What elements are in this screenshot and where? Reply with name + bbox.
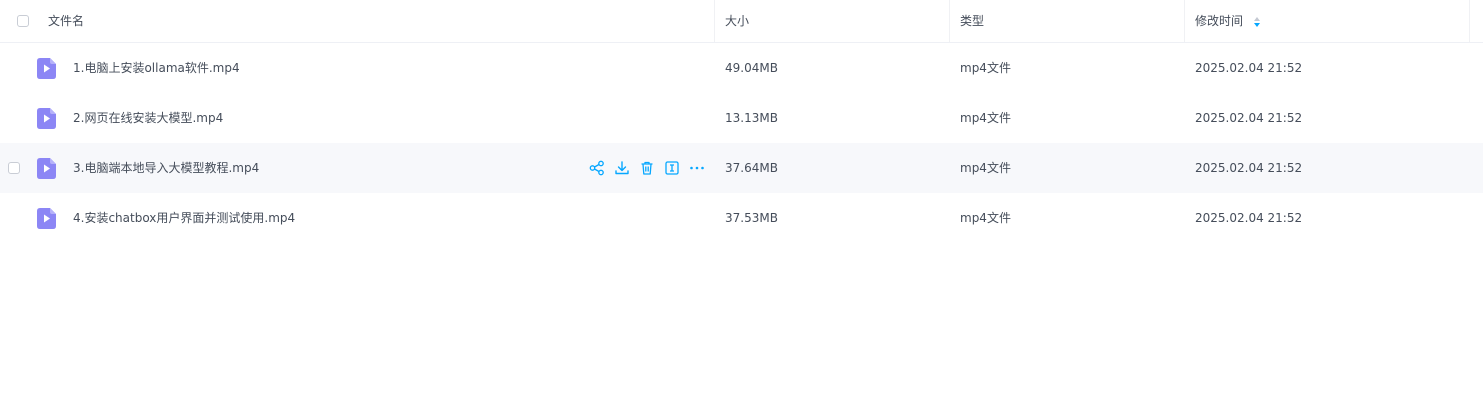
- download-icon[interactable]: [614, 160, 630, 176]
- sort-icon[interactable]: [1253, 16, 1261, 28]
- column-header-name[interactable]: 文件名: [48, 0, 84, 42]
- column-divider[interactable]: [1184, 0, 1185, 42]
- file-type: mp4文件: [960, 61, 1011, 75]
- file-type: mp4文件: [960, 211, 1011, 225]
- file-modified: 2025.02.04 21:52: [1195, 211, 1303, 225]
- file-name[interactable]: 4.安装chatbox用户界面并测试使用.mp4: [73, 193, 295, 243]
- file-modified: 2025.02.04 21:52: [1195, 161, 1303, 175]
- file-name[interactable]: 2.网页在线安装大模型.mp4: [73, 93, 223, 143]
- file-size: 37.64MB: [725, 161, 778, 175]
- table-row[interactable]: 1.电脑上安装ollama软件.mp4 49.04MB mp4文件 2025.0…: [0, 43, 1483, 93]
- file-size: 49.04MB: [725, 61, 778, 75]
- video-file-icon: [37, 158, 56, 179]
- file-name[interactable]: 3.电脑端本地导入大模型教程.mp4: [73, 143, 259, 193]
- file-table: 文件名 大小 类型 修改时间 1.电脑上安装ollama软件.mp4 49.04…: [0, 0, 1483, 229]
- more-icon[interactable]: [689, 160, 705, 176]
- file-size: 13.13MB: [725, 111, 778, 125]
- row-checkbox[interactable]: [8, 162, 20, 174]
- select-all-checkbox[interactable]: [17, 15, 29, 27]
- video-file-icon: [37, 58, 56, 79]
- file-type: mp4文件: [960, 161, 1011, 175]
- table-header: 文件名 大小 类型 修改时间: [0, 0, 1483, 43]
- file-type: mp4文件: [960, 111, 1011, 125]
- file-modified: 2025.02.04 21:52: [1195, 61, 1303, 75]
- table-row[interactable]: 2.网页在线安装大模型.mp4 13.13MB mp4文件 2025.02.04…: [0, 93, 1483, 143]
- file-size: 37.53MB: [725, 211, 778, 225]
- share-icon[interactable]: [589, 160, 605, 176]
- column-header-size[interactable]: 大小: [725, 0, 749, 42]
- column-divider[interactable]: [1469, 0, 1470, 42]
- file-name[interactable]: 1.电脑上安装ollama软件.mp4: [73, 43, 240, 93]
- video-file-icon: [37, 108, 56, 129]
- column-header-modified[interactable]: 修改时间: [1195, 0, 1243, 42]
- table-row[interactable]: 3.电脑端本地导入大模型教程.mp4 37.64MB mp4文件 2025.02…: [0, 143, 1483, 193]
- column-divider[interactable]: [949, 0, 950, 42]
- delete-icon[interactable]: [639, 160, 655, 176]
- table-row[interactable]: 4.安装chatbox用户界面并测试使用.mp4 37.53MB mp4文件 2…: [0, 193, 1483, 243]
- column-divider[interactable]: [714, 0, 715, 42]
- rename-icon[interactable]: [664, 160, 680, 176]
- column-header-type[interactable]: 类型: [960, 0, 984, 42]
- video-file-icon: [37, 208, 56, 229]
- file-modified: 2025.02.04 21:52: [1195, 111, 1303, 125]
